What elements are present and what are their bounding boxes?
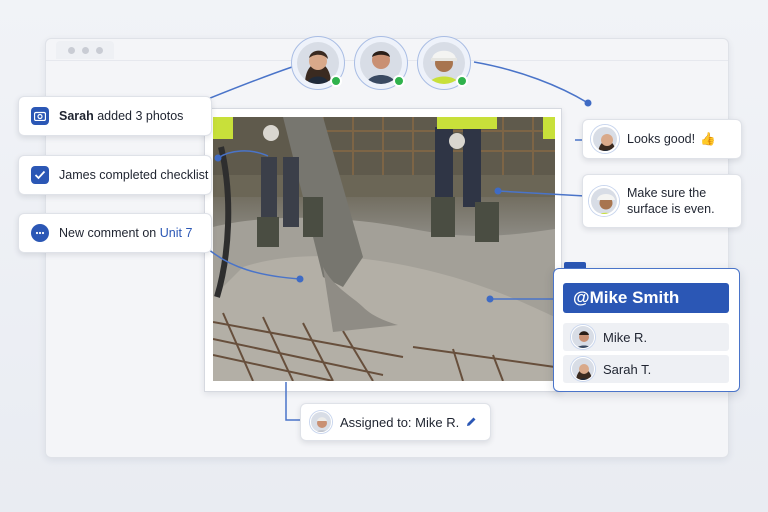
user-avatar [571,325,595,349]
commenter-avatar [589,186,619,216]
notification-user: Sarah [59,109,94,123]
notification-checklist[interactable]: James completed checklist [18,155,212,195]
assigned-badge[interactable]: Assigned to: Mike R. [300,403,491,441]
comment-line: surface is even. [627,202,715,216]
notification-action: added 3 photos [97,109,184,123]
online-status-dot [393,75,405,87]
user-avatar [571,357,595,381]
checkbox-icon [31,166,49,184]
mention-option-mike[interactable]: Mike R. [563,323,729,351]
notification-comment[interactable]: New comment on Unit 7 [18,213,212,253]
team-avatar-3[interactable] [417,36,471,90]
team-avatar-2[interactable] [354,36,408,90]
mention-dropdown: @Mike Smith Mike R. Sarah T. [553,268,740,392]
online-status-dot [456,75,468,87]
commenter-avatar [591,125,619,153]
pencil-icon[interactable] [465,416,477,428]
comment-surface[interactable]: Make sure the surface is even. [582,174,742,228]
concrete-pour-photo[interactable] [213,117,555,381]
online-status-dot [330,75,342,87]
window-dot [68,47,75,54]
notification-text: New comment on Unit 7 [59,226,192,240]
unit-link[interactable]: Unit 7 [160,226,193,240]
notification-photos[interactable]: Sarah added 3 photos [18,96,212,136]
mention-option-label: Mike R. [603,329,648,345]
notification-action: New comment on [59,226,157,240]
window-dot [82,47,89,54]
comment-line: Make sure the [627,186,707,200]
mention-tag[interactable]: @Mike Smith [563,283,729,313]
thumbs-up-icon: 👍 [700,131,716,146]
comment-text: Make sure the surface is even. [627,185,715,217]
notification-text: James completed checklist [59,168,209,182]
construction-scene-image [213,117,555,381]
comment-text: Looks good! [627,132,696,146]
team-avatar-1[interactable] [291,36,345,90]
assignee-avatar [310,411,332,433]
comment-icon [31,224,49,242]
photo-frame [204,108,562,392]
window-dot [96,47,103,54]
photo-icon [31,107,49,125]
mention-option-label: Sarah T. [603,361,652,377]
mention-option-sarah[interactable]: Sarah T. [563,355,729,383]
comment-looks-good[interactable]: Looks good! 👍 [582,119,742,159]
notification-text: Sarah added 3 photos [59,109,183,123]
assigned-label: Assigned to: Mike R. [340,414,460,430]
